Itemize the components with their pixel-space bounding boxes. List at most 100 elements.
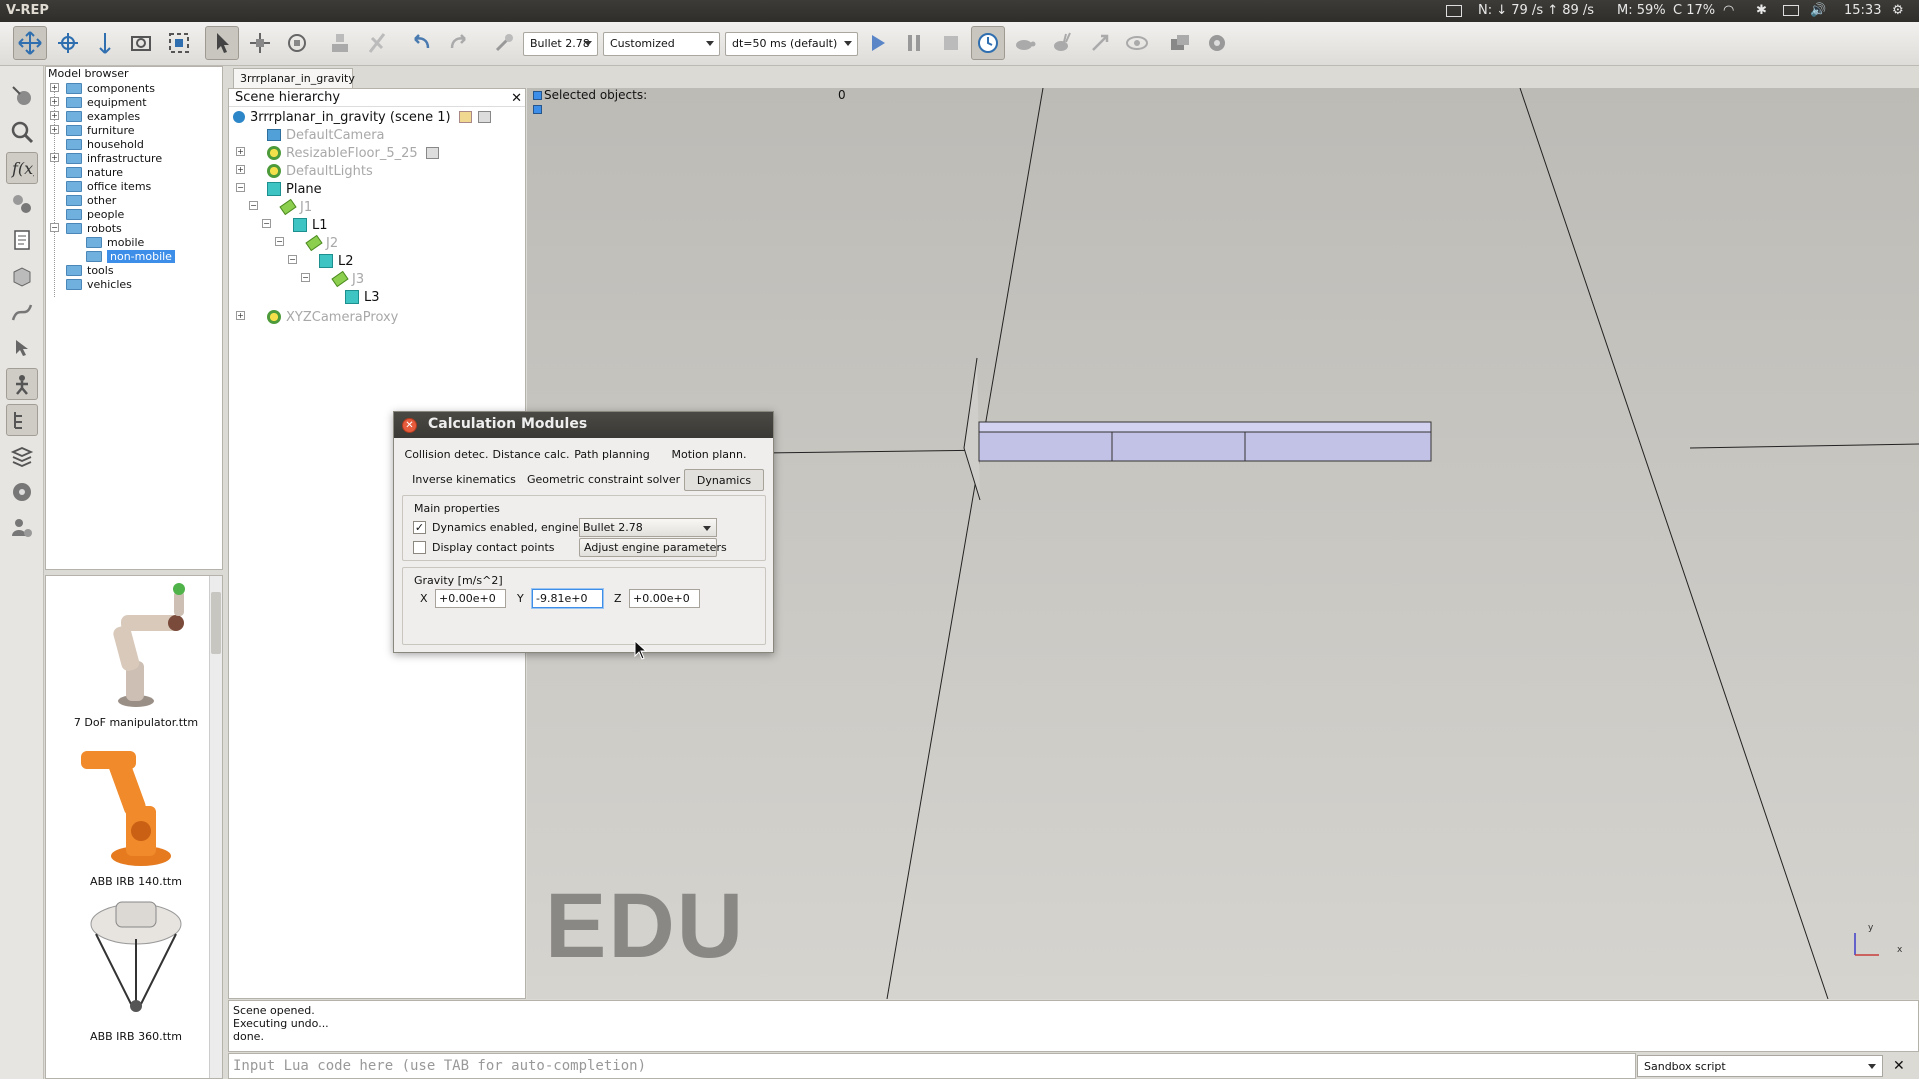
visualization-toggle-button[interactable] [1120,26,1154,60]
model-folder-other[interactable]: other [66,193,116,207]
expand-icon[interactable]: + [236,165,245,174]
object-rotate-button[interactable] [280,26,314,60]
model-folder-people[interactable]: people [66,207,124,221]
hierarchy-item-defaultlights[interactable]: DefaultLights [267,162,373,180]
model-folder-robots[interactable]: robots [66,221,122,235]
path-edit-button[interactable] [6,296,38,328]
model-folder-equipment[interactable]: equipment [66,95,147,109]
dynamics-engine-select[interactable]: Bullet 2.78 [579,518,717,537]
redo-button[interactable] [442,26,476,60]
scene-tab[interactable]: 3rrrplanar_in_gravity [233,68,355,88]
undo-button[interactable] [404,26,438,60]
start-simulation-button[interactable] [860,26,894,60]
expand-icon[interactable]: + [50,125,59,134]
model-folder-mobile[interactable]: mobile [86,235,144,249]
adjust-engine-parameters-button[interactable]: Adjust engine parameters [579,538,727,557]
gear-icon[interactable]: ⚙ [1892,3,1904,18]
hierarchy-item-l3[interactable]: L3 [345,288,380,306]
timestep-select[interactable]: dt=50 ms (default) [725,32,858,56]
video-recorder-button[interactable] [6,476,38,508]
wifi-icon[interactable]: ◠ [1723,3,1734,18]
gravity-y-input[interactable]: -9.81e+0 [532,589,603,608]
tab-collision-detection[interactable]: Collision detec. [404,444,489,466]
volume-icon[interactable]: 🔊 [1810,3,1826,18]
click-select-button[interactable] [205,26,239,60]
expand-icon[interactable]: + [50,111,59,120]
selection-button[interactable] [6,332,38,364]
hierarchy-item-j2[interactable]: J2 [305,234,338,252]
collapse-icon[interactable]: − [236,183,245,192]
transfer-dna-button[interactable] [360,26,394,60]
camera-pan-button[interactable] [13,26,47,60]
stop-simulation-button[interactable] [934,26,968,60]
script-icon[interactable] [458,111,472,123]
scene-hierarchy-toggle-button[interactable] [6,404,38,436]
collapse-icon[interactable]: − [288,255,297,264]
camera-rotate-button[interactable] [51,26,85,60]
customization-icon[interactable] [477,111,491,123]
lua-command-input[interactable]: Input Lua code here (use TAB for auto-co… [228,1053,1636,1079]
model-browser-toggle-button[interactable] [6,368,38,400]
tab-inverse-kinematics[interactable]: Inverse kinematics [404,469,524,491]
clear-console-icon[interactable]: ✕ [1893,1058,1905,1074]
hierarchy-item-scene[interactable]: 3rrrplanar_in_gravity (scene 1) [233,108,491,126]
page-selector-button[interactable] [1200,26,1234,60]
realtime-mode-button[interactable] [971,26,1005,60]
model-folder-household[interactable]: household [66,137,144,151]
layers-button[interactable] [6,440,38,472]
shape-edit-button[interactable] [6,260,38,292]
model-folder-tools[interactable]: tools [66,263,114,277]
expand-icon[interactable]: + [50,153,59,162]
model-thumbnail-abb-irb-360[interactable] [66,894,206,1024]
tab-distance-calculation[interactable]: Distance calc. [491,444,571,466]
camera-angle-button[interactable] [124,26,158,60]
clock[interactable]: 15:33 [1844,3,1881,18]
hierarchy-item-l1[interactable]: L1 [293,216,328,234]
script-icon[interactable] [425,147,439,159]
model-thumbnail-abb-irb-140[interactable] [66,736,206,871]
model-folder-vehicles[interactable]: vehicles [66,277,132,291]
expand-icon[interactable]: + [50,97,59,106]
assemble-button[interactable] [323,26,357,60]
hierarchy-item-defaultcamera[interactable]: DefaultCamera [267,126,385,144]
speed-up-button[interactable] [1045,26,1079,60]
script-mode-select[interactable]: Sandbox script [1637,1055,1883,1077]
threaded-rendering-button[interactable] [1083,26,1117,60]
collapse-icon[interactable]: − [249,201,258,210]
model-folder-office-items[interactable]: office items [66,179,151,193]
tab-geometric-constraint-solver[interactable]: Geometric constraint solver [527,469,680,491]
scrollbar-thumb[interactable] [211,592,221,654]
tab-path-planning[interactable]: Path planning [572,444,652,466]
tab-dynamics[interactable]: Dynamics [684,469,764,491]
fit-to-view-button[interactable] [162,26,196,60]
user-settings-button[interactable] [6,512,38,544]
object-shift-button[interactable] [243,26,277,60]
slow-down-button[interactable] [1008,26,1042,60]
info-toggle-icon[interactable] [533,105,542,114]
dynamics-properties-button[interactable] [487,26,521,60]
pause-simulation-button[interactable] [897,26,931,60]
dialog-close-button[interactable]: ✕ [402,418,417,433]
thumbnails-scrollbar[interactable] [209,576,222,1078]
expand-icon[interactable]: + [236,311,245,320]
dynamics-enabled-checkbox[interactable]: ✓ [413,521,426,534]
info-collapse-icon[interactable] [533,91,542,100]
hierarchy-item-xyzcameraproxy[interactable]: XYZCameraProxy [267,308,398,326]
model-folder-examples[interactable]: examples [66,109,140,123]
model-folder-non-mobile[interactable]: non-mobile [86,249,175,263]
camera-shift-button[interactable] [88,26,122,60]
collapse-icon[interactable]: − [275,237,284,246]
expand-icon[interactable]: + [236,147,245,156]
close-icon[interactable]: ✕ [511,91,522,106]
gravity-x-input[interactable]: +0.00e+0 [435,589,506,608]
collapse-icon[interactable]: − [262,219,271,228]
display-contact-points-checkbox[interactable] [413,541,426,554]
hierarchy-item-resizablefloor[interactable]: ResizableFloor_5_25 [267,144,439,162]
battery-icon[interactable] [1783,5,1799,16]
preset-select[interactable]: Customized [603,32,720,56]
keyboard-icon[interactable] [1446,5,1462,17]
model-folder-nature[interactable]: nature [66,165,123,179]
model-thumbnail-7dof[interactable] [66,581,206,711]
collapse-icon[interactable]: − [50,223,59,232]
calculation-modules-button[interactable]: f(x) [6,152,38,184]
